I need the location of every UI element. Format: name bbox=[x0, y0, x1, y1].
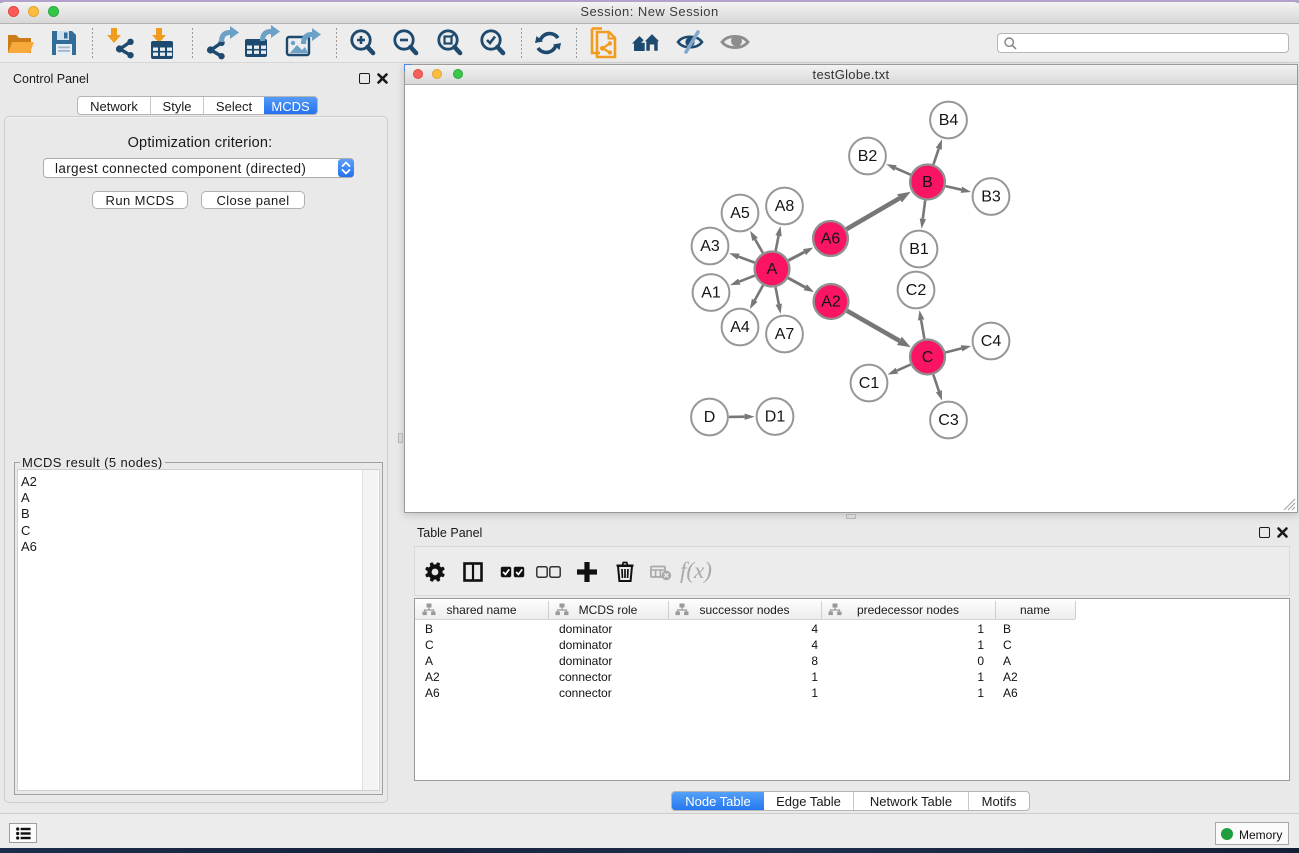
svg-text:B1: B1 bbox=[909, 241, 929, 258]
svg-text:C1: C1 bbox=[859, 375, 880, 392]
svg-text:A1: A1 bbox=[701, 285, 721, 302]
svg-text:C4: C4 bbox=[981, 333, 1002, 350]
svg-text:A4: A4 bbox=[730, 319, 750, 336]
svg-text:A3: A3 bbox=[700, 238, 720, 255]
svg-text:B3: B3 bbox=[981, 189, 1001, 206]
svg-text:A: A bbox=[767, 261, 778, 278]
svg-text:C3: C3 bbox=[938, 412, 959, 429]
svg-text:C: C bbox=[922, 349, 934, 366]
svg-text:A8: A8 bbox=[775, 198, 795, 215]
svg-text:C2: C2 bbox=[906, 282, 927, 299]
svg-text:D1: D1 bbox=[765, 409, 786, 426]
svg-text:A2: A2 bbox=[821, 294, 841, 311]
svg-text:A6: A6 bbox=[821, 231, 841, 248]
svg-text:A5: A5 bbox=[730, 205, 750, 222]
svg-text:A7: A7 bbox=[775, 326, 795, 343]
svg-text:B2: B2 bbox=[858, 148, 878, 165]
svg-text:B: B bbox=[922, 174, 933, 191]
svg-text:B4: B4 bbox=[939, 112, 959, 129]
svg-text:D: D bbox=[704, 409, 716, 426]
